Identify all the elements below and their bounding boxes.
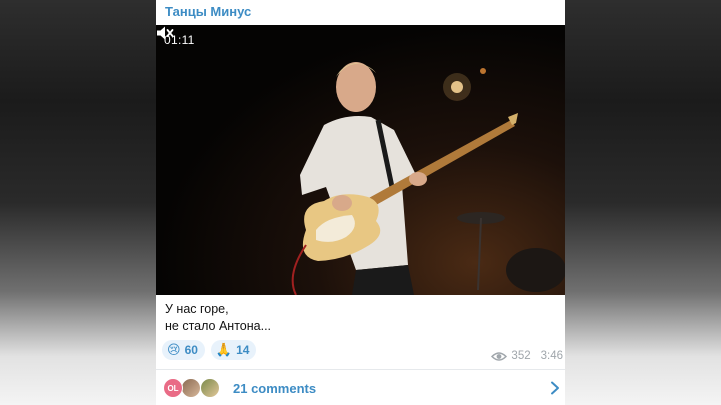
post-meta: 352 3:46 xyxy=(491,350,563,362)
channel-name[interactable]: Танцы Минус xyxy=(165,4,251,19)
background-left xyxy=(0,0,156,405)
guitarist-hand-left xyxy=(409,172,427,186)
view-count: 352 xyxy=(511,350,531,362)
guitar-cable xyxy=(291,244,307,295)
avatar xyxy=(181,378,201,398)
reaction-crying[interactable]: 😢 60 xyxy=(162,340,205,360)
drum xyxy=(506,248,565,292)
caption-line: не стало Антона... xyxy=(165,319,272,333)
background-right xyxy=(565,0,721,405)
guitarist-pants xyxy=(352,265,414,295)
post-caption: У нас горе, не стало Антона... xyxy=(165,301,271,335)
speaker-muted-icon[interactable] xyxy=(156,25,174,41)
video-frame xyxy=(291,62,565,295)
reaction-count: 60 xyxy=(184,343,198,357)
avatar xyxy=(200,378,220,398)
reactions-row: 😢 60 🙏 14 xyxy=(162,340,257,360)
avatar: OL xyxy=(163,378,183,398)
stage-light-glow xyxy=(443,73,471,101)
channel-post: Танцы Минус 01:11 У нас горе, не стало А… xyxy=(156,0,565,405)
eye-icon xyxy=(491,351,508,361)
stage-light-small xyxy=(480,68,486,74)
praying-hands-icon: 🙏 xyxy=(215,342,233,358)
comments-label: 21 comments xyxy=(233,381,317,396)
cymbal-stand xyxy=(477,217,482,291)
crying-face-icon: 😢 xyxy=(167,342,181,358)
guitarist-hand-right xyxy=(332,195,352,211)
comments-button[interactable]: OL 21 comments xyxy=(156,370,565,405)
caption-line: У нас горе, xyxy=(165,302,229,316)
chevron-right-icon xyxy=(551,381,559,395)
reaction-pray[interactable]: 🙏 14 xyxy=(210,340,257,360)
video-player[interactable]: 01:11 xyxy=(156,25,565,295)
reaction-count: 14 xyxy=(236,343,250,357)
post-time: 3:46 xyxy=(540,350,563,362)
